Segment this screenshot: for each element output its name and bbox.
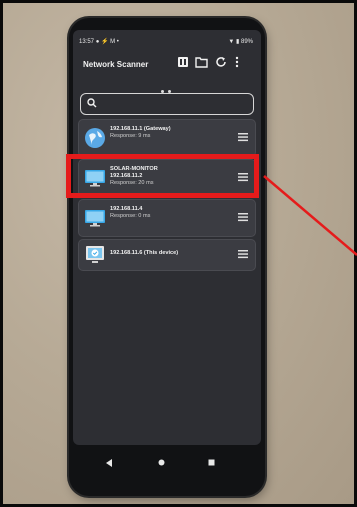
annotation-arrow: [263, 175, 357, 256]
